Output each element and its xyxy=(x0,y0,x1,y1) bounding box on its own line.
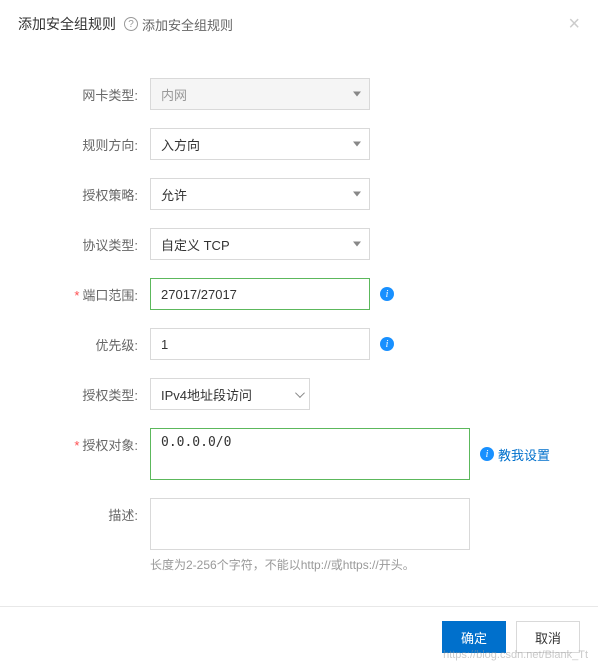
chevron-down-icon xyxy=(353,92,361,97)
row-description: 描述: 长度为2-256个字符，不能以http://或https://开头。 xyxy=(20,498,578,573)
row-direction: 规则方向: 入方向 xyxy=(20,128,578,160)
row-protocol: 协议类型: 自定义 TCP xyxy=(20,228,578,260)
help-icon[interactable]: ? xyxy=(124,17,138,31)
security-rule-modal: 添加安全组规则 ? 添加安全组规则 × 网卡类型: 内网 规则方向: 入方向 xyxy=(0,0,598,667)
row-priority: 优先级: i xyxy=(20,328,578,360)
chevron-down-icon xyxy=(353,142,361,147)
select-protocol[interactable]: 自定义 TCP xyxy=(150,228,370,260)
info-icon: i xyxy=(480,447,494,461)
close-icon[interactable]: × xyxy=(568,14,580,34)
select-direction-value: 入方向 xyxy=(161,135,200,154)
select-policy[interactable]: 允许 xyxy=(150,178,370,210)
textarea-description[interactable] xyxy=(150,498,470,550)
label-policy: 授权策略: xyxy=(20,178,150,204)
textarea-auth-object[interactable] xyxy=(150,428,470,480)
label-auth-type: 授权类型: xyxy=(20,378,150,404)
select-auth-type-value: IPv4地址段访问 xyxy=(161,385,252,404)
chevron-down-icon xyxy=(353,192,361,197)
select-policy-value: 允许 xyxy=(161,185,187,204)
modal-footer: 确定 取消 xyxy=(0,606,598,667)
chevron-down-icon xyxy=(295,388,305,398)
help-link-teach-me[interactable]: i 教我设置 xyxy=(480,445,550,464)
row-auth-type: 授权类型: IPv4地址段访问 xyxy=(20,378,578,410)
row-nic-type: 网卡类型: 内网 xyxy=(20,78,578,110)
select-direction[interactable]: 入方向 xyxy=(150,128,370,160)
info-icon[interactable]: i xyxy=(380,287,394,301)
label-port-range: 端口范围: xyxy=(20,278,150,304)
help-link-text: 教我设置 xyxy=(498,445,550,464)
row-policy: 授权策略: 允许 xyxy=(20,178,578,210)
row-auth-object: 授权对象: i 教我设置 xyxy=(20,428,578,480)
description-hint: 长度为2-256个字符，不能以http://或https://开头。 xyxy=(150,556,470,573)
row-port-range: 端口范围: i xyxy=(20,278,578,310)
modal-subtitle: 添加安全组规则 xyxy=(142,15,233,34)
cancel-button[interactable]: 取消 xyxy=(516,621,580,653)
chevron-down-icon xyxy=(353,242,361,247)
label-priority: 优先级: xyxy=(20,328,150,354)
input-priority[interactable] xyxy=(150,328,370,360)
input-port-range[interactable] xyxy=(150,278,370,310)
label-auth-object: 授权对象: xyxy=(20,428,150,454)
select-nic-type-value: 内网 xyxy=(161,85,187,104)
label-nic-type: 网卡类型: xyxy=(20,78,150,104)
label-direction: 规则方向: xyxy=(20,128,150,154)
label-description: 描述: xyxy=(20,498,150,524)
modal-title: 添加安全组规则 xyxy=(18,14,116,34)
select-nic-type: 内网 xyxy=(150,78,370,110)
select-auth-type[interactable]: IPv4地址段访问 xyxy=(150,378,310,410)
select-protocol-value: 自定义 TCP xyxy=(161,235,230,254)
modal-body: 网卡类型: 内网 规则方向: 入方向 授权策略: 允许 xyxy=(0,48,598,606)
info-icon[interactable]: i xyxy=(380,337,394,351)
label-protocol: 协议类型: xyxy=(20,228,150,254)
modal-header: 添加安全组规则 ? 添加安全组规则 × xyxy=(0,0,598,48)
confirm-button[interactable]: 确定 xyxy=(442,621,506,653)
